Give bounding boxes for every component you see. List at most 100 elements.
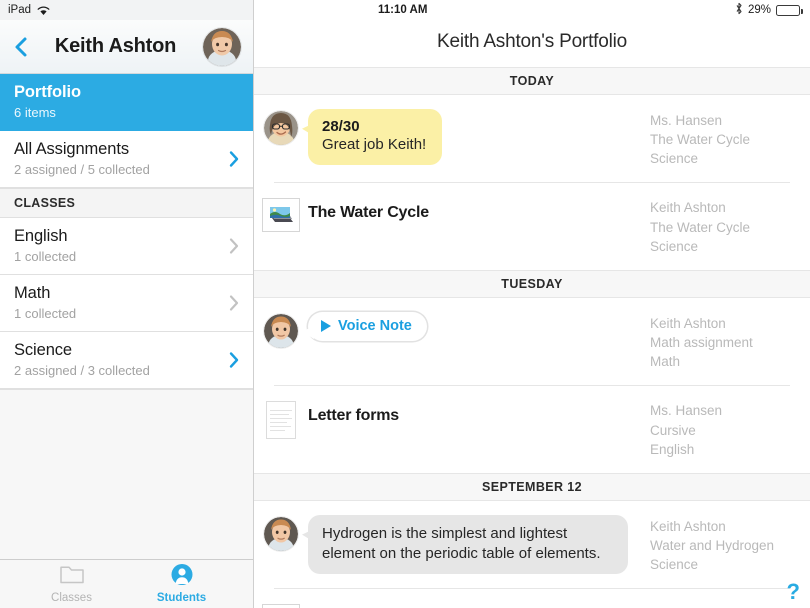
- feed-item-body: The Water Cycle: [308, 196, 650, 222]
- portfolio-title: Keith Ashton's Portfolio: [437, 31, 627, 52]
- grade-comment-bubble[interactable]: 28/30 Great job Keith!: [308, 109, 443, 166]
- voice-note-bubble[interactable]: Voice Note: [308, 311, 427, 341]
- status-time: 11:10 AM: [378, 4, 428, 16]
- chevron-right-icon: [228, 351, 240, 370]
- sidebar-item-sublabel: 6 items: [14, 105, 56, 120]
- folder-icon: [59, 564, 85, 590]
- battery-icon: [776, 4, 803, 16]
- meta-assignment: The Water Cycle: [650, 132, 751, 148]
- battery-percent: 29%: [747, 4, 771, 16]
- meta-assignment: Cursive: [650, 422, 696, 438]
- note-text: Hydrogen is the simplest and lightest el…: [322, 524, 601, 562]
- status-bar-left: iPad: [0, 0, 253, 20]
- tab-students[interactable]: Students: [149, 564, 215, 604]
- meta-class: Science: [650, 557, 699, 573]
- person-icon: [171, 564, 193, 590]
- bluetooth-icon: [735, 2, 743, 18]
- status-bar-right: 11:10 AM 29%: [254, 0, 810, 20]
- photo-thumbnail-icon[interactable]: [262, 604, 300, 608]
- sidebar-item-english[interactable]: English 1 collected: [0, 218, 253, 275]
- feed-item-left: [254, 515, 308, 551]
- feed-item[interactable]: The Water Cycle Keith Ashton The Water C…: [254, 182, 810, 269]
- note-bubble[interactable]: Hydrogen is the simplest and lightest el…: [308, 514, 628, 575]
- feed-item-meta: Ms. Hansen The Water Cycle Science: [650, 109, 810, 168]
- sidebar-item-sublabel: 2 assigned / 3 collected: [14, 363, 150, 378]
- sidebar-item-label: Math: [14, 284, 51, 302]
- sidebar: iPad Keith Ashton Portfolio 6 items All …: [0, 0, 254, 608]
- sidebar-item-all-assignments[interactable]: All Assignments 2 assigned / 5 collected: [0, 131, 253, 188]
- feed-item-meta: Ms. Hansen Water and Hydrogen Science: [650, 602, 810, 608]
- meta-author: Keith Ashton: [650, 315, 726, 331]
- comment-text: Great job Keith!: [322, 136, 427, 153]
- feed-item-left: [254, 109, 308, 145]
- feed-item-meta: Keith Ashton The Water Cycle Science: [650, 196, 810, 255]
- sidebar-empty-area: [0, 389, 253, 559]
- navigation-header: Keith Ashton: [0, 20, 253, 74]
- sidebar-item-portfolio[interactable]: Portfolio 6 items: [0, 74, 253, 131]
- tab-label: Students: [156, 592, 207, 604]
- sidebar-item-label: English: [14, 227, 68, 245]
- main-content: 11:10 AM 29% Keith Ashton's Portfolio TO…: [254, 0, 810, 608]
- feed-item-left: [254, 196, 308, 233]
- ipad-screen: iPad Keith Ashton Portfolio 6 items All …: [0, 0, 810, 608]
- feed-item-meta: Keith Ashton Water and Hydrogen Science: [650, 515, 810, 574]
- feed-item-body: Letter forms: [308, 399, 650, 425]
- sidebar-item-science[interactable]: Science 2 assigned / 3 collected: [0, 332, 253, 389]
- feed-item[interactable]: Water and Hydrogen Ms. Hansen Water and …: [254, 588, 810, 608]
- feed-item[interactable]: Letter forms Ms. Hansen Cursive English: [254, 385, 810, 472]
- feed-item-body: Water and Hydrogen: [308, 602, 650, 608]
- tab-classes[interactable]: Classes: [39, 564, 105, 604]
- student-avatar: [264, 516, 298, 551]
- meta-assignment: Math assignment: [650, 335, 753, 351]
- day-header-september-12: SEPTEMBER 12: [254, 472, 810, 501]
- student-avatar[interactable]: [203, 27, 241, 66]
- chevron-right-icon: [228, 294, 240, 313]
- document-thumbnail-icon[interactable]: [266, 401, 296, 440]
- meta-assignment: Water and Hydrogen: [650, 538, 775, 554]
- item-title: The Water Cycle: [308, 204, 429, 222]
- tab-label: Classes: [51, 592, 92, 604]
- feed-item[interactable]: 28/30 Great job Keith! Ms. Hansen The Wa…: [254, 95, 810, 182]
- photo-thumbnail-icon[interactable]: [262, 198, 300, 233]
- feed-item-left: [254, 312, 308, 348]
- feed-item-body: Hydrogen is the simplest and lightest el…: [308, 514, 650, 575]
- meta-class: Science: [650, 238, 699, 254]
- feed-item-left: [254, 602, 308, 608]
- day-header-today: TODAY: [254, 67, 810, 95]
- voice-note-label: Voice Note: [338, 317, 412, 334]
- sidebar-item-label: Portfolio: [14, 83, 81, 101]
- sidebar-item-label: Science: [14, 341, 73, 359]
- device-label: iPad: [8, 4, 32, 16]
- item-title: Water and Hydrogen: [308, 602, 638, 608]
- feed-item-meta: Keith Ashton Math assignment Math: [650, 312, 810, 371]
- feed-item-meta: Ms. Hansen Cursive English: [650, 399, 810, 458]
- sidebar-item-sublabel: 1 collected: [14, 249, 77, 264]
- meta-assignment: The Water Cycle: [650, 219, 751, 235]
- meta-class: Science: [650, 151, 699, 167]
- grade-score: 28/30: [322, 118, 360, 135]
- sidebar-item-sublabel: 1 collected: [14, 306, 77, 321]
- day-header-tuesday: TUESDAY: [254, 269, 810, 298]
- sidebar-list: Portfolio 6 items All Assignments 2 assi…: [0, 74, 253, 389]
- wifi-icon: [37, 5, 50, 16]
- bottom-tab-bar: Classes Students: [0, 559, 253, 608]
- feed-item[interactable]: Voice Note Keith Ashton Math assignment …: [254, 298, 810, 385]
- portfolio-feed: TODAY 28/30 Great job Keith! Ms. Hansen …: [254, 67, 810, 608]
- feed-item-body: Voice Note: [308, 311, 650, 341]
- teacher-avatar: [264, 111, 298, 145]
- play-icon: [321, 319, 331, 332]
- meta-author: Keith Ashton: [650, 200, 726, 216]
- chevron-right-icon: [228, 150, 240, 169]
- meta-author: Ms. Hansen: [650, 113, 723, 128]
- meta-class: English: [650, 441, 695, 457]
- student-avatar: [264, 313, 298, 348]
- help-button[interactable]: ?: [787, 581, 800, 603]
- sidebar-item-math[interactable]: Math 1 collected: [0, 275, 253, 332]
- meta-class: Math: [650, 354, 681, 370]
- feed-item[interactable]: Hydrogen is the simplest and lightest el…: [254, 501, 810, 588]
- item-title: Letter forms: [308, 407, 399, 425]
- page-title: Keith Ashton: [54, 35, 177, 57]
- sidebar-item-label: All Assignments: [14, 140, 129, 158]
- meta-author: Ms. Hansen: [650, 403, 723, 419]
- chevron-right-icon: [228, 237, 240, 256]
